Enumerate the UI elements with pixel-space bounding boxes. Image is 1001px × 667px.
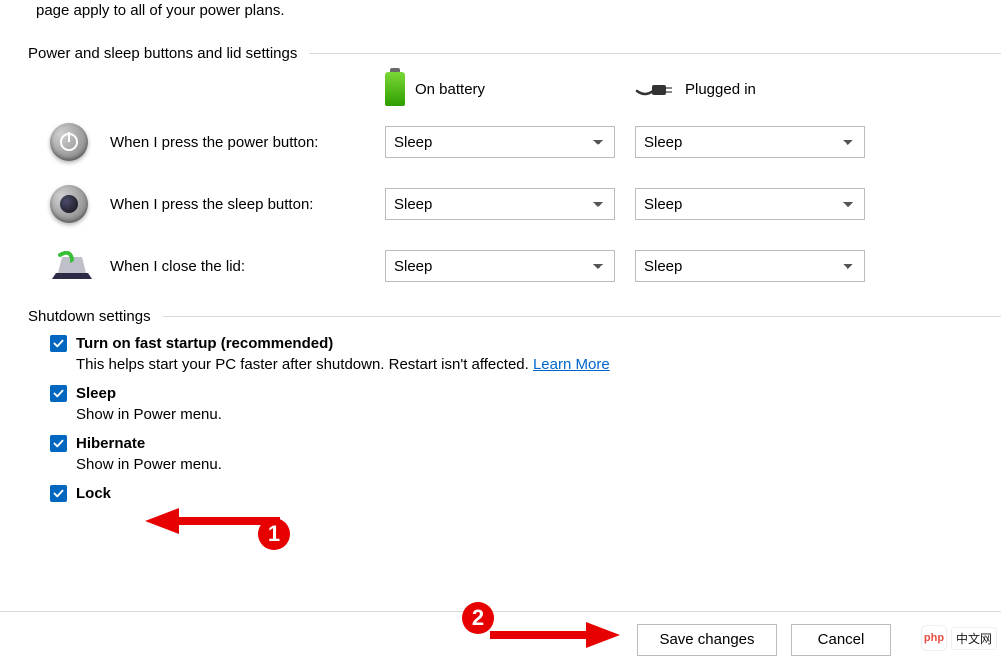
section-header-buttons-lid: Power and sleep buttons and lid settings	[28, 45, 1001, 62]
checkbox-description: Show in Power menu.	[76, 406, 1001, 423]
column-header-plugged: Plugged in	[635, 79, 885, 99]
annotation-badge-2: 2	[462, 602, 494, 634]
intro-text: page apply to all of your power plans.	[0, 0, 1001, 19]
annotation-badge-1: 1	[258, 518, 290, 550]
option-sleep: Sleep Show in Power menu.	[50, 385, 1001, 423]
section-header-shutdown: Shutdown settings	[28, 308, 1001, 325]
laptop-lid-icon	[50, 251, 94, 281]
select-sleep-plugged[interactable]: Sleep	[635, 188, 865, 220]
watermark-text: 中文网	[951, 627, 997, 650]
select-sleep-battery[interactable]: Sleep	[385, 188, 615, 220]
row-label-lid: When I close the lid:	[110, 258, 385, 275]
column-label-plugged: Plugged in	[685, 81, 756, 98]
checkbox-label: Turn on fast startup (recommended)	[76, 335, 333, 352]
save-changes-button[interactable]: Save changes	[637, 624, 777, 656]
row-lid: When I close the lid: Sleep Sleep	[50, 246, 1001, 286]
annotation-arrow-2	[490, 620, 620, 650]
desc-text: This helps start your PC faster after sh…	[76, 356, 533, 373]
sleep-button-icon	[50, 185, 88, 223]
row-sleep-button: When I press the sleep button: Sleep Sle…	[50, 184, 1001, 224]
plug-icon	[635, 79, 675, 99]
checkbox-hibernate[interactable]	[50, 435, 67, 452]
section-title-shutdown: Shutdown settings	[28, 308, 151, 325]
watermark-logo: php	[921, 625, 947, 651]
learn-more-link[interactable]: Learn More	[533, 356, 610, 373]
checkbox-label: Lock	[76, 485, 111, 502]
checkbox-label: Hibernate	[76, 435, 145, 452]
select-power-plugged[interactable]: Sleep	[635, 126, 865, 158]
select-lid-battery[interactable]: Sleep	[385, 250, 615, 282]
checkbox-lock[interactable]	[50, 485, 67, 502]
option-lock: Lock	[50, 485, 1001, 502]
column-header-battery: On battery	[385, 72, 635, 106]
checkbox-label: Sleep	[76, 385, 116, 402]
column-label-battery: On battery	[415, 81, 485, 98]
divider	[309, 53, 1001, 54]
power-button-icon	[50, 123, 88, 161]
watermark: php 中文网	[921, 625, 997, 651]
row-label-power: When I press the power button:	[110, 134, 385, 151]
row-label-sleep: When I press the sleep button:	[110, 196, 385, 213]
section-title: Power and sleep buttons and lid settings	[28, 45, 297, 62]
cancel-button[interactable]: Cancel	[791, 624, 891, 656]
checkbox-sleep[interactable]	[50, 385, 67, 402]
option-hibernate: Hibernate Show in Power menu.	[50, 435, 1001, 473]
checkbox-description: This helps start your PC faster after sh…	[76, 356, 1001, 373]
option-fast-startup: Turn on fast startup (recommended) This …	[50, 335, 1001, 373]
row-power-button: When I press the power button: Sleep Sle…	[50, 122, 1001, 162]
battery-icon	[385, 72, 405, 106]
select-lid-plugged[interactable]: Sleep	[635, 250, 865, 282]
select-power-battery[interactable]: Sleep	[385, 126, 615, 158]
checkbox-fast-startup[interactable]	[50, 335, 67, 352]
divider	[163, 316, 1001, 317]
checkbox-description: Show in Power menu.	[76, 456, 1001, 473]
